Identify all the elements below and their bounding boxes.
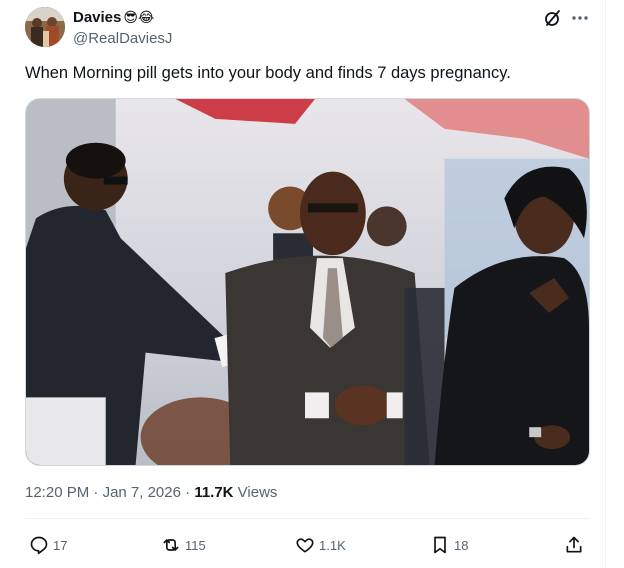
bookmark-button[interactable]: 18 [430,531,468,559]
tweet-text: When Morning pill gets into your body an… [25,64,511,82]
bookmark-icon [434,536,446,554]
author-name-row[interactable]: Davies 😎😂 [73,9,154,26]
like-count: 1.1K [319,537,346,553]
views-label: Views [233,484,278,501]
heart-icon [296,538,314,553]
like-button[interactable]: 1.1K [295,531,346,559]
tweet-time[interactable]: 12:20 PM [25,484,89,501]
reply-count: 17 [53,537,68,553]
reply-icon [30,536,48,555]
tweet-date[interactable]: Jan 7, 2026 [103,484,181,501]
views-count: 11.7K [194,484,234,501]
more-icon[interactable] [570,8,590,28]
reply-button[interactable]: 17 [29,531,67,559]
avatar-photo-icon [25,7,65,47]
divider [25,518,590,519]
meta-separator: · [180,484,195,501]
display-name[interactable]: Davies [73,9,121,26]
card-border [605,0,606,568]
bookmark-count: 18 [454,537,469,553]
tweet-meta: 12:20 PM · Jan 7, 2026 · 11.7K Views [25,484,277,501]
handle[interactable]: @RealDaviesJ [73,30,172,47]
repost-icon [163,539,179,551]
repost-count: 115 [185,537,206,553]
tweet-card: Davies 😎😂 @RealDaviesJ When Morning pill… [0,0,624,568]
share-button[interactable] [564,531,588,559]
action-bar: 17 115 1.1K 18 [25,531,590,559]
grok-icon[interactable] [543,8,563,28]
tweet-photo[interactable] [25,98,590,466]
repost-button[interactable]: 115 [161,531,206,559]
name-emojis: 😎😂 [123,9,155,26]
share-icon [566,536,582,553]
avatar[interactable] [25,7,65,47]
meta-separator: · [89,484,103,501]
